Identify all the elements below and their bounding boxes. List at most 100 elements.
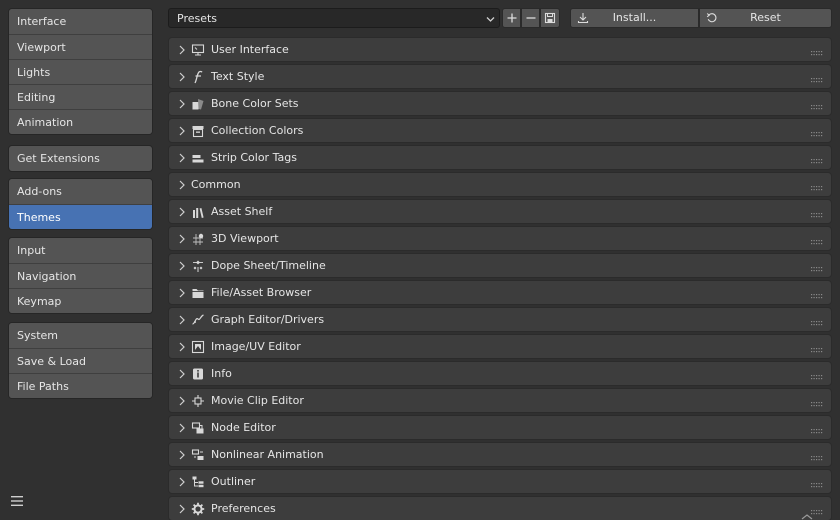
panel-nonlinear-animation[interactable]: Nonlinear Animation	[168, 442, 832, 467]
panel-label: Node Editor	[211, 421, 276, 434]
panel-label: Graph Editor/Drivers	[211, 313, 325, 326]
panel-movie-clip-editor[interactable]: Movie Clip Editor	[168, 388, 832, 413]
chevron-right-icon[interactable]	[178, 234, 186, 244]
drag-handle-icon[interactable]	[811, 452, 823, 461]
panel-info[interactable]: Info	[168, 361, 832, 386]
panel-preferences[interactable]: Preferences	[168, 496, 832, 520]
panel-label: Outliner	[211, 475, 256, 488]
drag-handle-icon[interactable]	[811, 263, 823, 272]
panel-node-editor[interactable]: Node Editor	[168, 415, 832, 440]
sidebar-item-themes[interactable]: Themes	[9, 204, 152, 229]
save-preset-button[interactable]	[540, 8, 560, 28]
info-icon	[191, 367, 205, 381]
chevron-right-icon[interactable]	[178, 288, 186, 298]
tracker-icon	[191, 394, 205, 408]
panel-file-asset-browser[interactable]: File/Asset Browser	[168, 280, 832, 305]
sidebar-item-system[interactable]: System	[9, 323, 152, 348]
chevron-right-icon[interactable]	[178, 180, 186, 190]
preferences-window: Interface Viewport Lights Editing Animat…	[0, 0, 840, 520]
panel-bone-color-sets[interactable]: Bone Color Sets	[168, 91, 832, 116]
panel-label: 3D Viewport	[211, 232, 279, 245]
panel-text-style[interactable]: Text Style	[168, 64, 832, 89]
panel-asset-shelf[interactable]: Asset Shelf	[168, 199, 832, 224]
chevron-right-icon[interactable]	[178, 126, 186, 136]
drag-handle-icon[interactable]	[811, 209, 823, 218]
panel-label: Bone Color Sets	[211, 97, 299, 110]
nla-icon	[191, 448, 205, 462]
chevron-right-icon[interactable]	[178, 315, 186, 325]
sidebar-item-save-load[interactable]: Save & Load	[9, 348, 152, 373]
drag-handle-icon[interactable]	[811, 128, 823, 137]
sidebar-item-navigation[interactable]: Navigation	[9, 263, 152, 288]
presets-dropdown[interactable]: Presets	[168, 8, 500, 28]
chevron-right-icon[interactable]	[178, 72, 186, 82]
panel-3d-viewport[interactable]: 3D Viewport	[168, 226, 832, 251]
remove-preset-button[interactable]	[521, 8, 540, 28]
sidebar-item-viewport[interactable]: Viewport	[9, 34, 152, 59]
sidebar-item-animation[interactable]: Animation	[9, 109, 152, 134]
scroll-down-icon[interactable]	[800, 511, 814, 520]
panel-graph-editor-drivers[interactable]: Graph Editor/Drivers	[168, 307, 832, 332]
sidebar-item-get-extensions[interactable]: Get Extensions	[9, 146, 152, 171]
drag-handle-icon[interactable]	[811, 479, 823, 488]
panel-outliner[interactable]: Outliner	[168, 469, 832, 494]
drag-handle-icon[interactable]	[811, 47, 823, 56]
chevron-right-icon[interactable]	[178, 477, 186, 487]
undo-icon	[706, 12, 718, 30]
hamburger-menu-icon[interactable]	[10, 494, 24, 508]
install-button[interactable]: Install...	[570, 8, 699, 28]
panel-label: Nonlinear Animation	[211, 448, 324, 461]
drag-handle-icon[interactable]	[811, 371, 823, 380]
sidebar-group-general: Interface Viewport Lights Editing Animat…	[8, 8, 153, 135]
sidebar-item-lights[interactable]: Lights	[9, 59, 152, 84]
reset-label: Reset	[750, 11, 781, 24]
sidebar-item-add-ons[interactable]: Add-ons	[9, 179, 152, 204]
sidebar-item-file-paths[interactable]: File Paths	[9, 373, 152, 398]
chevron-right-icon[interactable]	[178, 342, 186, 352]
sidebar-item-interface[interactable]: Interface	[9, 9, 152, 34]
collection-icon	[191, 124, 205, 138]
chevron-right-icon[interactable]	[178, 207, 186, 217]
sidebar-item-keymap[interactable]: Keymap	[9, 288, 152, 313]
install-label: Install...	[612, 11, 657, 24]
drag-handle-icon[interactable]	[811, 236, 823, 245]
panel-label: Asset Shelf	[211, 205, 273, 218]
strip-tag-icon	[191, 151, 205, 165]
drag-handle-icon[interactable]	[811, 101, 823, 110]
drag-handle-icon[interactable]	[811, 155, 823, 164]
drag-handle-icon[interactable]	[811, 317, 823, 326]
drag-handle-icon[interactable]	[811, 344, 823, 353]
drag-handle-icon[interactable]	[811, 182, 823, 191]
panel-label: Strip Color Tags	[211, 151, 297, 164]
chevron-right-icon[interactable]	[178, 99, 186, 109]
chevron-right-icon[interactable]	[178, 423, 186, 433]
sidebar-item-editing[interactable]: Editing	[9, 84, 152, 109]
panel-user-interface[interactable]: User Interface	[168, 37, 832, 62]
graph-icon	[191, 313, 205, 327]
reset-button[interactable]: Reset	[699, 8, 832, 28]
chevron-right-icon[interactable]	[178, 504, 186, 514]
panel-collection-colors[interactable]: Collection Colors	[168, 118, 832, 143]
drag-handle-icon[interactable]	[811, 398, 823, 407]
sidebar-item-input[interactable]: Input	[9, 238, 152, 263]
chevron-right-icon[interactable]	[178, 396, 186, 406]
add-preset-button[interactable]	[502, 8, 521, 28]
drag-handle-icon[interactable]	[811, 425, 823, 434]
sidebar-group-system: System Save & Load File Paths	[8, 322, 153, 399]
chevron-right-icon[interactable]	[178, 450, 186, 460]
save-icon	[544, 12, 556, 24]
chevron-right-icon[interactable]	[178, 369, 186, 379]
drag-handle-icon[interactable]	[811, 290, 823, 299]
chevron-right-icon[interactable]	[178, 45, 186, 55]
panel-label: Image/UV Editor	[211, 340, 301, 353]
panel-common[interactable]: Common	[168, 172, 832, 197]
viewport-3d-icon	[191, 232, 205, 246]
panel-dope-sheet-timeline[interactable]: Dope Sheet/Timeline	[168, 253, 832, 278]
panel-image-uv-editor[interactable]: Image/UV Editor	[168, 334, 832, 359]
chevron-right-icon[interactable]	[178, 261, 186, 271]
panel-strip-color-tags[interactable]: Strip Color Tags	[168, 145, 832, 170]
drag-handle-icon[interactable]	[811, 74, 823, 83]
color-group-icon	[191, 97, 205, 111]
chevron-right-icon[interactable]	[178, 153, 186, 163]
sidebar-group-input: Input Navigation Keymap	[8, 237, 153, 314]
